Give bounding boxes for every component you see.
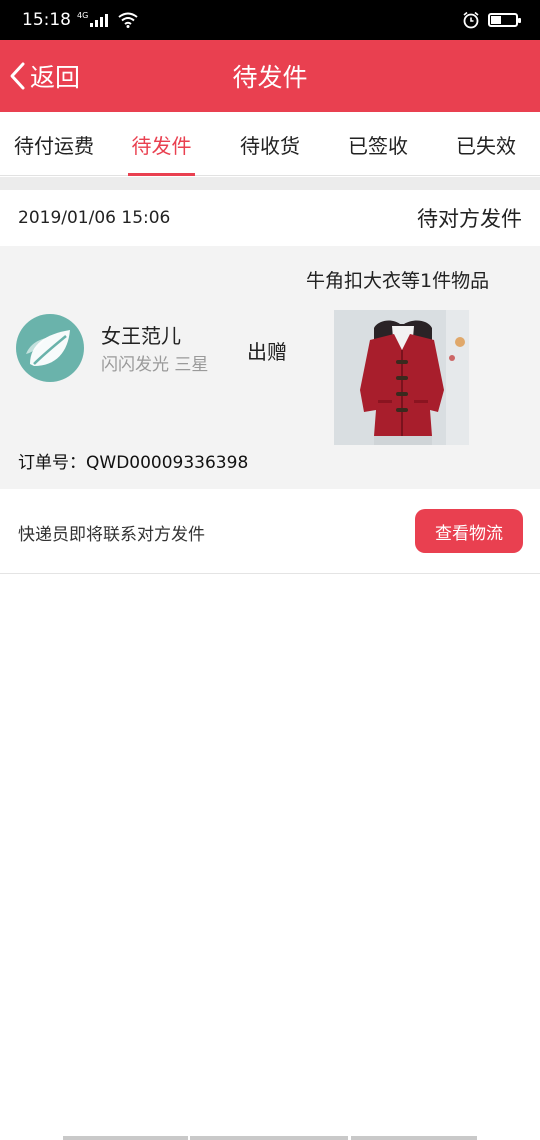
nav-indicator <box>63 1136 188 1140</box>
nav-bar: 返回 待发件 <box>0 40 540 112</box>
status-time: 15:18 <box>22 10 71 30</box>
item-photo[interactable] <box>334 310 469 445</box>
order-date: 2019/01/06 15:06 <box>18 208 171 228</box>
chevron-left-icon <box>10 62 25 90</box>
status-bar: 15:18 4G <box>0 0 540 40</box>
alarm-icon <box>463 11 479 29</box>
wifi-icon <box>118 12 138 28</box>
user-level: 闪闪发光 三星 <box>101 355 209 375</box>
order-footer: 快递员即将联系对方发件 查看物流 <box>0 489 540 574</box>
tab-bar: 待付运费 待发件 待收货 已签收 已失效 <box>0 112 540 176</box>
view-logistics-button[interactable]: 查看物流 <box>415 509 523 553</box>
tab-pending-shipping-fee[interactable]: 待付运费 <box>6 112 102 176</box>
tab-label: 已失效 <box>456 133 516 158</box>
tab-pending-receive[interactable]: 待收货 <box>222 112 318 176</box>
order-status: 待对方发件 <box>417 207 522 231</box>
back-button[interactable]: 返回 <box>8 40 80 112</box>
leaf-icon <box>26 330 70 366</box>
page-title: 待发件 <box>232 63 308 92</box>
nav-indicator <box>351 1136 477 1140</box>
network-type: 4G <box>77 10 89 20</box>
tab-signed[interactable]: 已签收 <box>330 112 426 176</box>
action-label: 出赠 <box>247 340 287 364</box>
tab-label: 待付运费 <box>14 133 94 158</box>
tab-label: 待收货 <box>240 133 300 158</box>
tab-label: 待发件 <box>131 133 192 158</box>
user-name: 女王范儿 <box>101 324 181 348</box>
avatar[interactable] <box>16 314 84 382</box>
order-header: 2019/01/06 15:06 待对方发件 <box>0 190 540 246</box>
tab-pending-send[interactable]: 待发件 <box>128 112 195 176</box>
nav-indicator <box>190 1136 348 1140</box>
order-number: 订单号：QWD00009336398 <box>18 453 249 473</box>
battery-icon <box>488 13 521 27</box>
signal-icon <box>90 13 109 27</box>
coat-image <box>334 310 469 445</box>
tab-label: 已签收 <box>348 133 408 158</box>
tab-expired[interactable]: 已失效 <box>438 112 534 176</box>
section-divider <box>0 177 540 190</box>
back-label: 返回 <box>30 63 81 92</box>
delivery-note: 快递员即将联系对方发件 <box>18 525 205 545</box>
order-card[interactable]: 女王范儿 闪闪发光 三星 出赠 牛角扣大衣等1件物品 订单号：QWD000093… <box>0 246 540 489</box>
item-title: 牛角扣大衣等1件物品 <box>306 270 490 292</box>
